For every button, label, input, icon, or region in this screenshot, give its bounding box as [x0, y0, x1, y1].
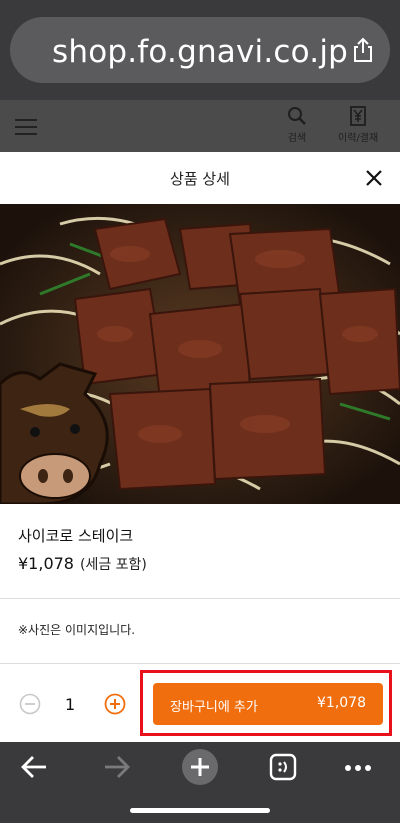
browser-top-bar: shop.fo.gnavi.co.jp [0, 0, 400, 100]
search-label: 검색 [287, 133, 307, 144]
plus-icon[interactable] [104, 693, 126, 715]
url-text: shop.fo.gnavi.co.jp [52, 34, 349, 70]
tax-note: (세금 포함) [79, 557, 147, 573]
address-bar[interactable]: shop.fo.gnavi.co.jp [10, 17, 390, 83]
product-price: ¥1,078 [18, 554, 74, 573]
photo-note: ※사진은 이미지입니다. [18, 623, 136, 637]
history-button[interactable]: 이력/결재 [338, 106, 378, 144]
more-dots-icon[interactable] [344, 764, 372, 772]
forward-arrow-icon[interactable] [103, 754, 131, 780]
modal-header: 상품 상세 [0, 152, 400, 204]
quantity-value: 1 [65, 695, 76, 714]
home-indicator [130, 808, 270, 813]
product-photo [0, 204, 400, 504]
highlight-box [140, 670, 392, 736]
modal-title: 상품 상세 [170, 170, 230, 188]
search-icon [288, 107, 306, 125]
minus-icon[interactable] [19, 693, 41, 715]
share-icon[interactable] [352, 37, 374, 63]
divider [0, 598, 400, 599]
price-row: ¥1,078 (세금 포함) [18, 554, 147, 574]
close-icon[interactable] [364, 168, 384, 188]
receipt-yen-icon [350, 106, 366, 126]
new-tab-plus-icon[interactable] [181, 748, 219, 786]
site-header: 검색 이력/결재 [0, 100, 400, 152]
back-arrow-icon[interactable] [20, 754, 48, 780]
search-button[interactable]: 검색 [287, 106, 307, 144]
history-label: 이력/결재 [338, 133, 379, 144]
menu-icon[interactable] [15, 119, 37, 135]
quantity-and-cart: 1 장바구니에 추가 ¥1,078 [0, 664, 400, 742]
tabs-icon[interactable] [269, 753, 297, 781]
product-name: 사이코로 스테이크 [18, 527, 134, 545]
browser-bottom-bar [0, 742, 400, 823]
product-detail-modal: 상품 상세 사이코로 스테이크 ¥1,078 (세금 포함) ※사진은 이미지입… [0, 152, 400, 742]
